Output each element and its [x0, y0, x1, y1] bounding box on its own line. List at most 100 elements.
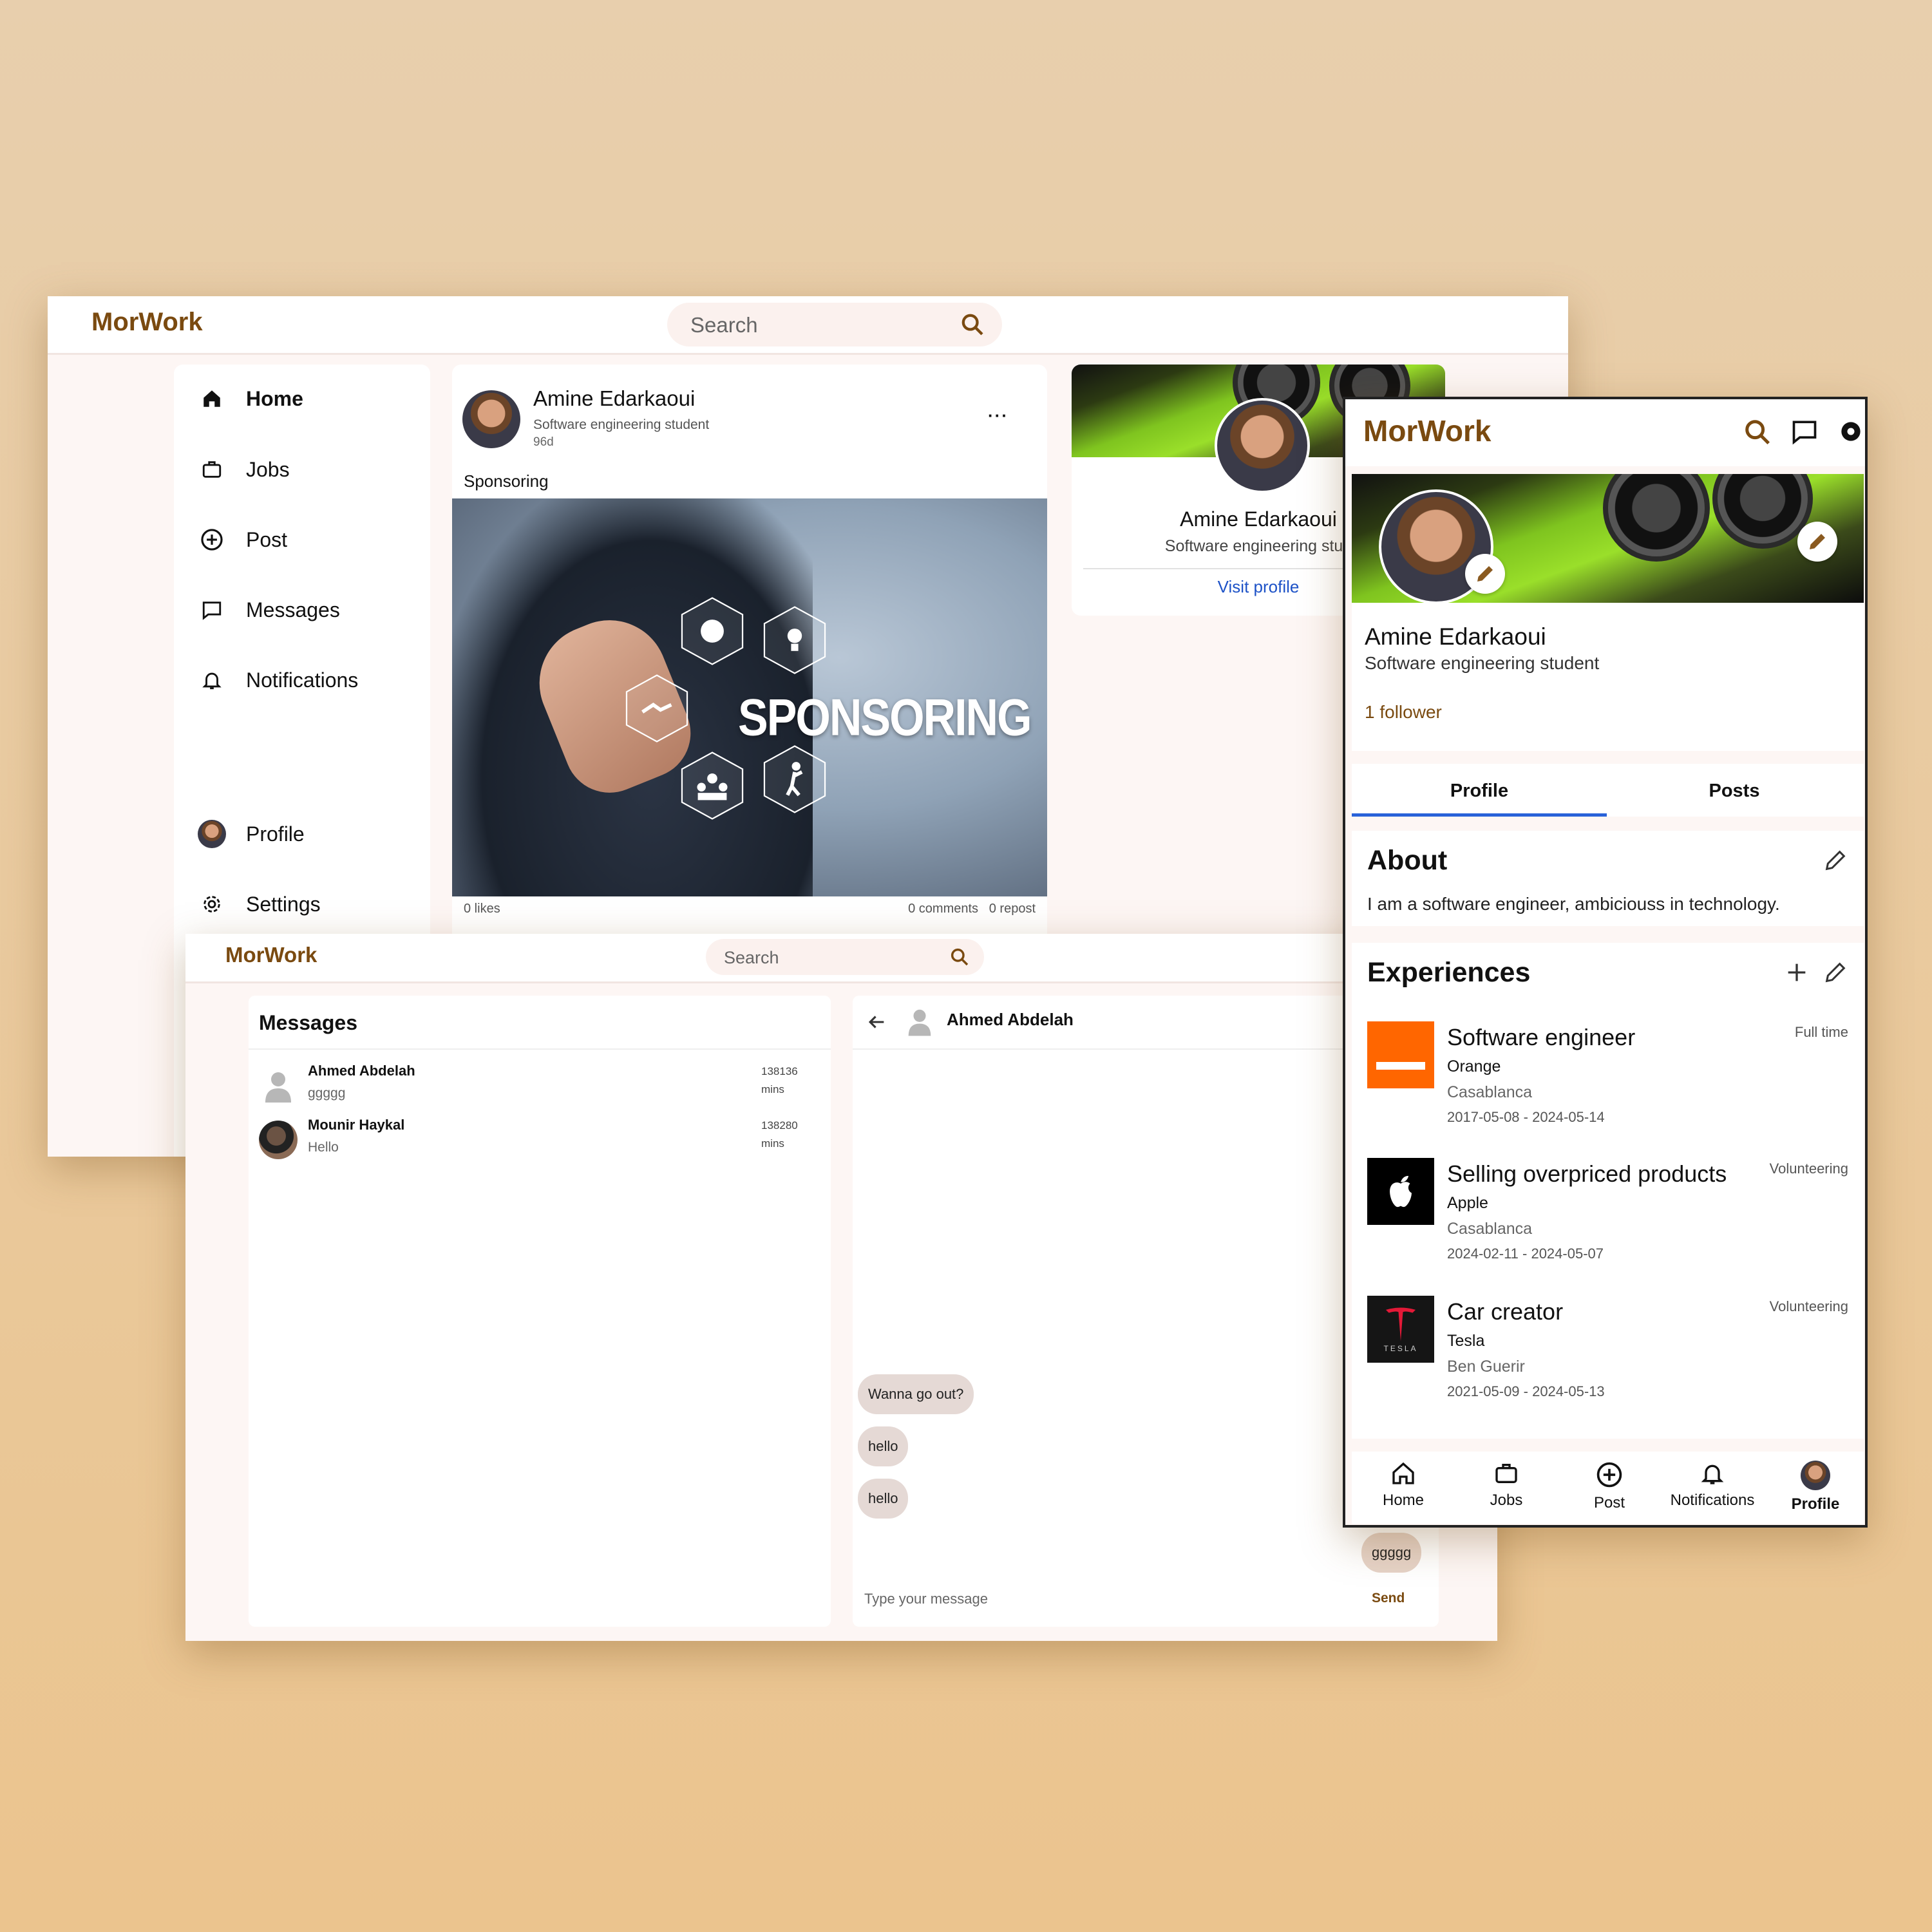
hexagon-tools-icon [681, 597, 744, 665]
sidebar-item-home[interactable]: Home [197, 384, 303, 413]
bottom-nav-label: Post [1593, 1494, 1625, 1511]
brand-logo[interactable]: MorWork [1363, 413, 1492, 448]
search-icon[interactable] [949, 947, 970, 967]
experience-item[interactable]: TESLA Car creator Tesla Ben Guerir 2021-… [1367, 1296, 1848, 1425]
experience-item[interactable]: Software engineer Orange Casablanca 2017… [1367, 1021, 1848, 1150]
repost-count[interactable]: 0 repost [989, 902, 1036, 916]
sidebar-item-notifications[interactable]: Notifications [197, 665, 358, 695]
post-author-avatar[interactable] [462, 390, 520, 448]
chat-icon[interactable] [1790, 417, 1819, 450]
add-experience-icon[interactable] [1784, 960, 1810, 989]
edit-cover-icon[interactable] [1797, 522, 1837, 562]
hexagon-handshake-icon [625, 674, 688, 743]
chat-contact-name: Ahmed Abdelah [947, 1010, 1074, 1029]
bottom-nav-post[interactable]: Post [1558, 1461, 1661, 1512]
bottom-nav-notifications[interactable]: Notifications [1661, 1461, 1764, 1510]
sidebar-item-messages[interactable]: Messages [197, 595, 340, 625]
post-author-subtitle: Software engineering student [533, 417, 710, 432]
brand-logo[interactable]: MorWork [91, 308, 203, 337]
topbar-actions [1743, 417, 1865, 450]
bottom-nav: Home Jobs Post Notifications Profile [1352, 1452, 1864, 1524]
send-button[interactable]: Send [1372, 1591, 1405, 1606]
bell-icon [1661, 1461, 1764, 1486]
sidebar-item-label: Messages [246, 598, 340, 621]
edit-about-icon[interactable] [1823, 848, 1848, 876]
conversation-name: Mounir Haykal [308, 1117, 405, 1133]
gear-icon [197, 889, 227, 919]
conversation-item[interactable]: Ahmed Abdelah ggggg 138136 mins [259, 1063, 831, 1108]
bottom-nav-label: Profile [1791, 1495, 1840, 1513]
bottom-nav-label: Notifications [1670, 1492, 1755, 1509]
search-input[interactable]: Search [690, 313, 758, 337]
sidebar-item-label: Profile [246, 822, 305, 846]
search-icon[interactable] [960, 312, 985, 337]
profile-subtitle: Software engineering student [1365, 653, 1600, 673]
bottom-nav-profile[interactable]: Profile [1764, 1461, 1865, 1513]
avatar [197, 819, 227, 849]
sidebar-item-settings[interactable]: Settings [197, 889, 321, 919]
profile-card-avatar[interactable] [1215, 398, 1310, 493]
avatar [259, 1121, 298, 1159]
experience-company: Orange [1447, 1057, 1501, 1075]
orange-logo-icon [1367, 1021, 1434, 1088]
conversation-list: Messages Ahmed Abdelah ggggg 138136 mins … [249, 996, 831, 1627]
messages-topbar: MorWork Search [185, 934, 1497, 983]
experiences-title: Experiences [1367, 957, 1531, 988]
experience-role: Car creator [1447, 1298, 1564, 1325]
post-image[interactable]: SPONSORING [452, 498, 1047, 896]
brand-logo[interactable]: MorWork [225, 943, 317, 967]
sidebar-item-label: Post [246, 527, 288, 551]
tab-posts[interactable]: Posts [1607, 781, 1862, 802]
experience-dates: 2021-05-09 - 2024-05-13 [1447, 1383, 1605, 1399]
hexagon-athlete-icon [763, 745, 826, 813]
profile-tabs: Profile Posts [1352, 764, 1864, 817]
message-bubble-received: hello [858, 1426, 909, 1466]
post-author-name[interactable]: Amine Edarkaoui [533, 386, 695, 411]
likes-count[interactable]: 0 likes [464, 902, 500, 916]
experiences-section: Experiences Software engineer Orange Cas… [1352, 943, 1864, 1439]
conversation-time: 138280 mins [761, 1119, 798, 1150]
sidebar-item-jobs[interactable]: Jobs [197, 455, 290, 484]
edit-avatar-icon[interactable] [1465, 554, 1505, 594]
plus-circle-icon [197, 525, 227, 554]
experience-type: Volunteering [1769, 1160, 1848, 1177]
profile-topbar: MorWork [1345, 399, 1865, 466]
experience-company: Apple [1447, 1194, 1488, 1212]
bottom-nav-home[interactable]: Home [1352, 1461, 1455, 1510]
sidebar-item-post[interactable]: Post [197, 525, 287, 554]
bottom-nav-jobs[interactable]: Jobs [1455, 1461, 1558, 1510]
experience-item[interactable]: Selling overpriced products Apple Casabl… [1367, 1158, 1848, 1287]
bottom-nav-label: Jobs [1490, 1492, 1523, 1509]
chat-icon [197, 595, 227, 625]
profile-name: Amine Edarkaoui [1365, 623, 1546, 650]
search-bar[interactable]: Search [706, 939, 984, 975]
experience-dates: 2017-05-08 - 2024-05-14 [1447, 1109, 1605, 1125]
sidebar-item-label: Notifications [246, 668, 359, 692]
back-arrow-icon[interactable] [866, 1011, 887, 1036]
conversation-time: 138136 mins [761, 1065, 798, 1095]
more-options-icon[interactable]: ··· [988, 406, 1009, 426]
followers-count[interactable]: 1 follower [1365, 702, 1442, 723]
experience-location: Casablanca [1447, 1220, 1533, 1238]
hexagon-lightbulb-icon [763, 606, 826, 674]
default-avatar-icon [259, 1066, 298, 1105]
conversation-item[interactable]: Mounir Haykal Hello 138280 mins [259, 1117, 831, 1162]
about-title: About [1367, 845, 1448, 876]
experience-type: Volunteering [1769, 1298, 1848, 1314]
message-input[interactable]: Type your message [864, 1591, 988, 1607]
briefcase-icon [197, 455, 227, 484]
comments-count[interactable]: 0 comments [908, 902, 978, 916]
conversation-preview: Hello [308, 1140, 339, 1155]
search-bar[interactable]: Search [667, 303, 1002, 346]
messages-title: Messages [259, 1011, 357, 1034]
post-timestamp: 96d [533, 435, 554, 449]
tab-profile[interactable]: Profile [1352, 781, 1607, 802]
briefcase-icon [1455, 1461, 1558, 1486]
sidebar-item-profile[interactable]: Profile [197, 819, 305, 849]
feed-topbar: MorWork Search [48, 296, 1568, 355]
edit-experiences-icon[interactable] [1823, 960, 1848, 989]
search-input[interactable]: Search [724, 948, 779, 968]
apple-logo-icon [1367, 1158, 1434, 1225]
search-icon[interactable] [1743, 417, 1772, 450]
gear-icon[interactable] [1837, 417, 1865, 450]
